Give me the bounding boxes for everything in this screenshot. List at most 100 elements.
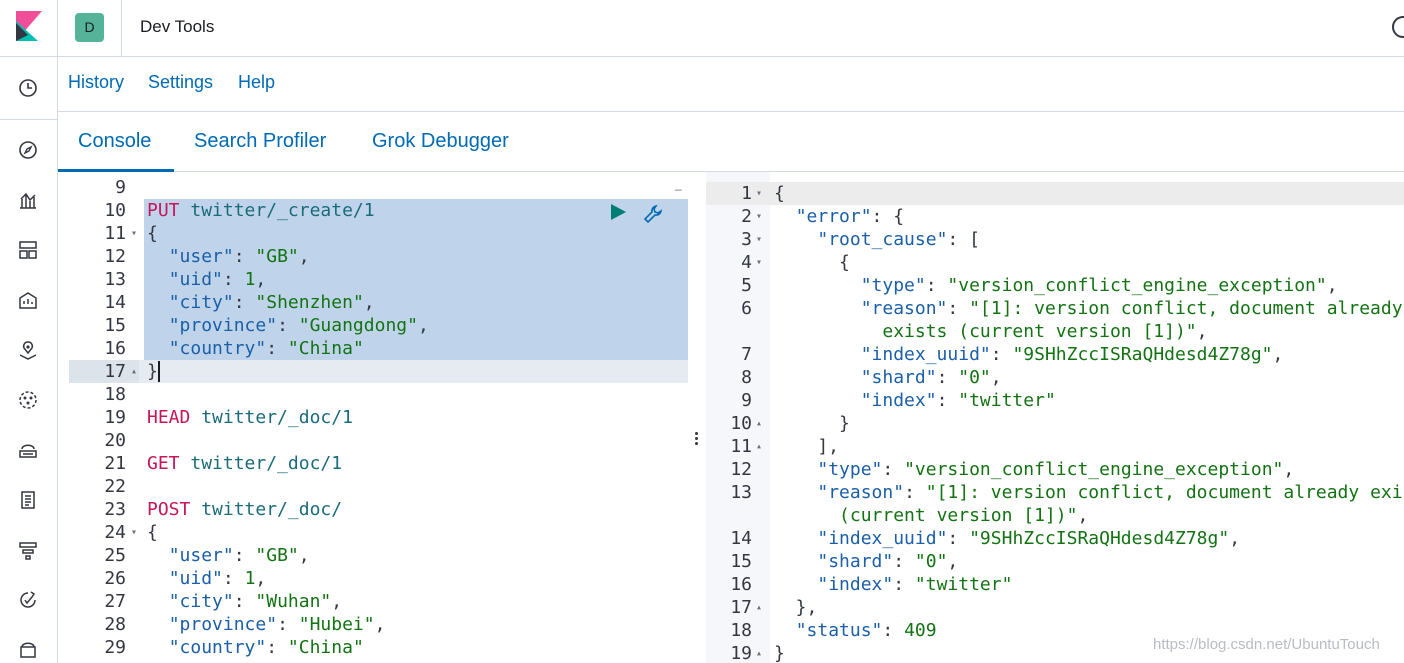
- code-text: {: [774, 182, 785, 205]
- fold-toggle-icon[interactable]: ▴: [756, 412, 762, 435]
- code-line: (current version [1])",: [706, 504, 1404, 527]
- code-line: 9 "index": "twitter": [706, 389, 1404, 412]
- settings-link[interactable]: Settings: [148, 72, 213, 93]
- tab-grok-debugger[interactable]: Grok Debugger: [372, 130, 509, 153]
- code-text: "city": "Wuhan",: [147, 590, 342, 613]
- code-line: 11 ▴ ],: [706, 435, 1404, 458]
- clock-icon[interactable]: [17, 77, 39, 99]
- line-number: 18: [104, 384, 126, 405]
- code-line: exists (current version [1])",: [706, 320, 1404, 343]
- fold-toggle-icon[interactable]: ▾: [756, 251, 762, 274]
- code-token: ,: [255, 269, 267, 290]
- line-number: 6: [741, 298, 752, 319]
- code-token: "index_uuid": [817, 528, 948, 549]
- fold-toggle-icon[interactable]: ▾: [131, 521, 137, 544]
- fold-toggle-icon[interactable]: ▴: [756, 596, 762, 619]
- code-line: 14 "city": "Shenzhen",: [69, 291, 688, 314]
- fold-toggle-icon[interactable]: ▴: [756, 435, 762, 458]
- code-text: "country": "China": [147, 337, 364, 360]
- code-token: ,: [1326, 275, 1338, 296]
- fold-toggle-icon[interactable]: ▴: [756, 642, 762, 663]
- code-token: ,: [363, 292, 375, 313]
- wrench-icon[interactable]: [642, 203, 664, 225]
- history-link[interactable]: History: [68, 72, 124, 93]
- code-text: "province": "Guangdong",: [147, 314, 429, 337]
- tab-console[interactable]: Console: [78, 130, 151, 153]
- line-number: 13: [730, 482, 752, 503]
- uptime-icon[interactable]: [17, 589, 39, 611]
- canvas-icon[interactable]: [17, 289, 39, 311]
- code-token: :: [947, 528, 970, 549]
- code-line: 13 "uid": 1,: [69, 268, 688, 291]
- code-line: 11 ▾ {: [69, 222, 688, 245]
- space-avatar[interactable]: D: [75, 13, 104, 42]
- maps-icon[interactable]: [17, 339, 39, 361]
- code-text: }: [147, 360, 158, 383]
- code-token: :: [266, 338, 288, 359]
- code-text: }: [774, 412, 850, 435]
- kibana-logo[interactable]: [0, 0, 58, 57]
- code-token: ,: [298, 246, 310, 267]
- dashboard-icon[interactable]: [17, 239, 39, 261]
- code-line: 10 PUT twitter/_create/1: [69, 199, 688, 222]
- fold-toggle-icon[interactable]: ▾: [756, 205, 762, 228]
- code-text: POST twitter/_doc/: [147, 498, 342, 521]
- code-token: "user": [168, 545, 234, 566]
- code-token: {: [147, 522, 158, 543]
- fold-toggle-icon[interactable]: ▴: [131, 360, 137, 383]
- code-token: ,: [1283, 459, 1295, 480]
- line-number: 29: [104, 637, 126, 658]
- fold-toggle-icon[interactable]: ▾: [131, 222, 137, 245]
- code-token: ,: [990, 367, 1002, 388]
- fold-toggle-icon[interactable]: ▾: [756, 182, 762, 205]
- ml-icon[interactable]: [17, 389, 39, 411]
- help-menu-icon[interactable]: [1392, 16, 1404, 38]
- code-text: "reason": "[1]: version conflict, docume…: [774, 297, 1403, 320]
- panel-resizer[interactable]: [693, 432, 699, 450]
- code-token: ,: [1272, 344, 1284, 365]
- code-token: "index": [817, 574, 894, 595]
- code-token: }: [774, 643, 785, 663]
- send-request-button[interactable]: [611, 204, 626, 220]
- code-line: 8 "shard": "0",: [706, 366, 1404, 389]
- code-token: 1: [244, 568, 256, 589]
- line-number: 19: [730, 643, 752, 663]
- header-divider: [121, 0, 122, 57]
- code-token: "city": [168, 292, 234, 313]
- fold-toggle-icon[interactable]: ▾: [756, 228, 762, 251]
- code-token: :: [990, 344, 1013, 365]
- infrastructure-icon[interactable]: [17, 439, 39, 461]
- code-line: 19 HEAD twitter/_doc/1: [69, 406, 688, 429]
- compass-icon[interactable]: [17, 139, 39, 161]
- code-line: 15 "province": "Guangdong",: [69, 314, 688, 337]
- code-token: {: [774, 183, 785, 204]
- code-token: "province": [168, 315, 278, 336]
- line-number: 21: [104, 453, 126, 474]
- code-token: ,: [331, 591, 343, 612]
- line-number: 25: [104, 545, 126, 566]
- visualize-icon[interactable]: [17, 189, 39, 211]
- code-token: {: [147, 223, 158, 244]
- dev-tools-icon[interactable]: [17, 637, 39, 659]
- code-token: : {: [871, 206, 905, 227]
- code-token: {: [774, 252, 850, 273]
- code-token: "9SHhZccISRaQHdesd4Z78g": [969, 528, 1230, 549]
- code-token: "index": [860, 390, 937, 411]
- line-number: 1: [741, 183, 752, 204]
- apm-icon[interactable]: [17, 539, 39, 561]
- code-token: "Wuhan": [255, 591, 332, 612]
- code-text: "city": "Shenzhen",: [147, 291, 375, 314]
- code-line: 17 ▴ },: [706, 596, 1404, 619]
- request-editor[interactable]: 9 10 PUT twitter/_create/1 11 ▾{12 "user": "…: [69, 172, 688, 663]
- code-token: "[1]: version conflict, document already: [969, 298, 1403, 319]
- help-link[interactable]: Help: [238, 72, 275, 93]
- code-token: "China": [287, 637, 364, 658]
- logs-icon[interactable]: [17, 489, 39, 511]
- tab-search-profiler[interactable]: Search Profiler: [194, 130, 326, 153]
- code-line: 2 ▾ "error": {: [706, 205, 1404, 228]
- code-token: "0": [958, 367, 991, 388]
